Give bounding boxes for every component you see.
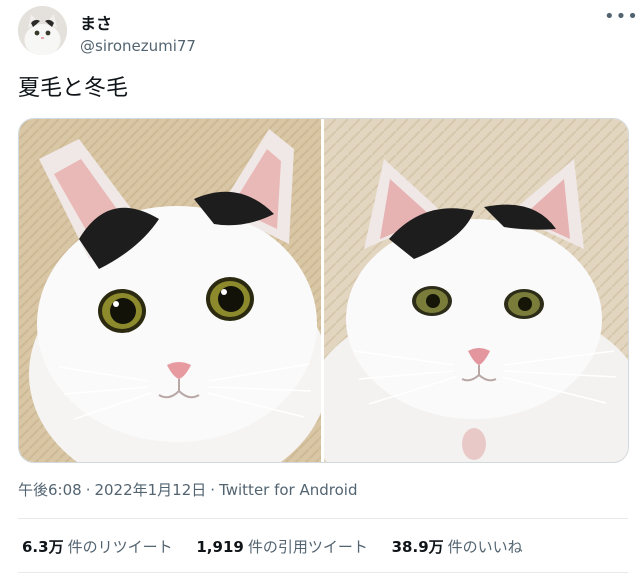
avatar[interactable]: [18, 6, 67, 55]
tweet-stats: 6.3万 件のリツイート 1,919 件の引用ツイート 38.9万 件のいいね: [22, 536, 542, 558]
quotes-stat[interactable]: 1,919 件の引用ツイート: [196, 536, 367, 558]
tweet-time[interactable]: 午後6:08: [18, 481, 82, 499]
more-horizontal-icon[interactable]: •••: [604, 8, 638, 28]
display-name[interactable]: まさ: [80, 14, 112, 34]
cat-avatar-icon: [18, 6, 67, 55]
tweet-header: まさ @sironezumi77 •••: [18, 6, 638, 55]
retweets-count: 6.3万: [22, 538, 64, 556]
tweet-meta: 午後6:08 · 2022年1月12日 · Twitter for Android: [18, 479, 358, 501]
meta-separator: ·: [210, 481, 216, 499]
divider: [18, 518, 628, 519]
likes-label: 件のいいね: [447, 538, 523, 556]
divider: [18, 572, 628, 573]
meta-separator: ·: [85, 481, 91, 499]
cat-summer-coat-photo[interactable]: [19, 119, 321, 462]
media-grid: [18, 118, 629, 463]
tweet-source-link[interactable]: Twitter for Android: [219, 481, 357, 499]
cat-winter-coat-photo[interactable]: [324, 119, 628, 462]
tweet-date[interactable]: 2022年1月12日: [94, 481, 206, 499]
quotes-count: 1,919: [196, 538, 244, 556]
retweets-label: 件のリツイート: [67, 538, 173, 556]
tweet-text: 夏毛と冬毛: [18, 76, 129, 101]
user-handle[interactable]: @sironezumi77: [80, 37, 196, 55]
quotes-label: 件の引用ツイート: [247, 538, 368, 556]
likes-stat[interactable]: 38.9万 件のいいね: [392, 536, 523, 558]
retweets-stat[interactable]: 6.3万 件のリツイート: [22, 536, 173, 558]
likes-count: 38.9万: [391, 538, 444, 556]
